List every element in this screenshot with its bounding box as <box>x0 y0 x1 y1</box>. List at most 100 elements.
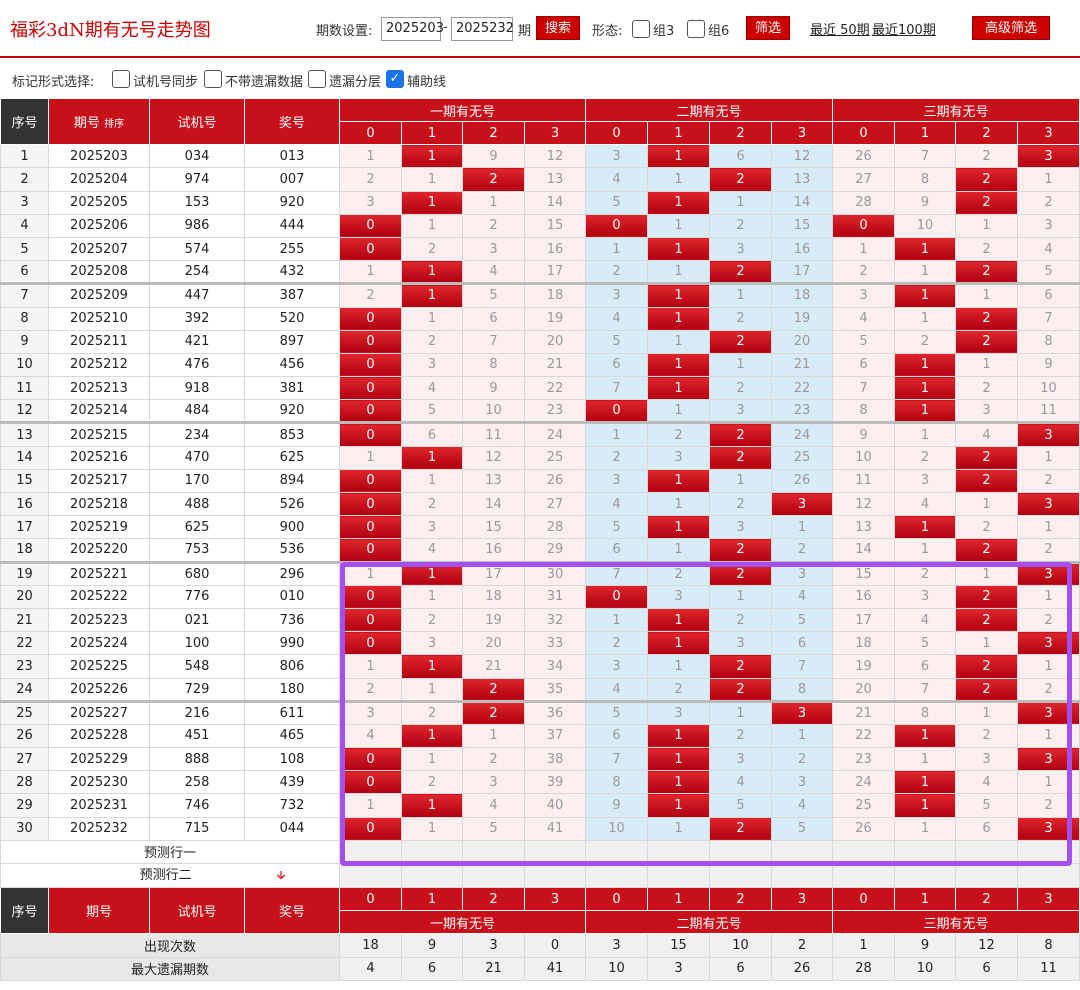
issue-cell: 2025214 <box>48 399 150 424</box>
guide-line-checkbox[interactable]: ✓ <box>386 70 404 88</box>
omission-cell: 13 <box>462 468 525 494</box>
stats-value: 15 <box>647 933 711 958</box>
prize-cell: 465 <box>244 723 340 749</box>
period-from-input[interactable]: 2025203 <box>381 17 444 41</box>
footer-digit-header: 0 <box>339 886 402 912</box>
omission-cell: 3 <box>647 445 711 470</box>
omission-cell: 2 <box>709 491 773 517</box>
predict-cell[interactable] <box>339 863 402 888</box>
arrow-down-icon[interactable]: 🡳 <box>277 868 286 882</box>
issue-cell: 2025215 <box>48 421 150 447</box>
omission-cell: 14 <box>462 491 525 517</box>
predict-cell[interactable] <box>894 839 957 865</box>
recent-50-link[interactable]: 最近 50期 <box>810 19 870 38</box>
omission-cell: 2 <box>894 329 957 354</box>
hit-cell: 1 <box>647 515 711 540</box>
seq-cell: 10 <box>0 352 49 378</box>
predict-cell[interactable] <box>523 863 587 888</box>
predict-cell[interactable] <box>462 863 525 888</box>
table-row: 5 2025207 574 255 0 2 3 16 1 1 3 16 1 1 2 4 <box>0 236 1080 262</box>
omission-cell: 33 <box>523 631 587 656</box>
hit-cell: 0 <box>339 399 402 424</box>
omission-cell: 23 <box>832 747 896 772</box>
omission-cell: 1 <box>832 236 896 262</box>
predict-cell[interactable] <box>647 863 711 888</box>
predict-cell[interactable] <box>1017 839 1080 865</box>
hit-cell: 1 <box>894 399 957 424</box>
omission-cell: 2 <box>585 445 649 470</box>
prize-cell: 990 <box>244 631 340 656</box>
group6-checkbox[interactable] <box>687 20 705 38</box>
predict-cell[interactable] <box>955 839 1019 865</box>
omission-cell: 7 <box>585 747 649 772</box>
group3-checkbox[interactable] <box>632 20 650 38</box>
seq-cell: 29 <box>0 793 49 818</box>
predict-cell[interactable] <box>771 839 834 865</box>
no-omission-checkbox[interactable] <box>204 70 222 88</box>
predict-1-label[interactable]: 预测行一 <box>0 839 340 865</box>
sort-label[interactable]: 排序 <box>104 119 124 130</box>
predict-cell[interactable] <box>401 839 463 865</box>
group1-header: 一期有无号 <box>338 98 587 122</box>
digit-header: 0 <box>585 120 649 146</box>
omission-cell: 1 <box>1017 515 1080 540</box>
omission-cell: 2 <box>709 213 773 238</box>
predict-cell[interactable] <box>832 839 896 865</box>
omission-cell: 2 <box>1017 190 1080 215</box>
omission-cell: 4 <box>462 260 525 285</box>
predict-cell[interactable] <box>894 863 957 888</box>
omission-cell: 3 <box>771 770 834 795</box>
issue-header[interactable]: 期号 排序 <box>48 97 150 146</box>
predict-cell[interactable] <box>955 863 1019 888</box>
omission-cell: 6 <box>709 144 773 169</box>
filter-button[interactable]: 筛选 <box>746 16 790 40</box>
omission-cell: 2 <box>955 515 1019 540</box>
omission-cell: 1 <box>955 491 1019 517</box>
omission-cell: 18 <box>832 631 896 656</box>
omission-cell: 4 <box>339 723 402 749</box>
omission-cell: 2 <box>1017 607 1080 633</box>
predict-cell[interactable] <box>585 839 649 865</box>
stats-value: 1 <box>832 933 896 958</box>
search-button[interactable]: 搜索 <box>536 16 580 40</box>
predict-cell[interactable] <box>1017 863 1080 888</box>
predict-cell[interactable] <box>832 863 896 888</box>
omission-cell: 6 <box>832 352 896 378</box>
predict-cell[interactable] <box>709 863 773 888</box>
omission-cell: 36 <box>523 699 587 725</box>
period-to-input[interactable]: 2025232 <box>451 17 514 41</box>
stats-row: 出现次数 18 9 3 0 3 15 10 2 1 9 12 8 <box>0 933 1080 958</box>
predict-cell[interactable] <box>585 863 649 888</box>
stats-value: 0 <box>523 933 587 958</box>
omission-cell: 28 <box>832 190 896 215</box>
digit-header: 3 <box>523 120 587 146</box>
omission-cell: 22 <box>771 376 834 401</box>
trial-cell: 746 <box>149 793 245 818</box>
omission-cell: 3 <box>585 468 649 494</box>
recent-100-link[interactable]: 最近100期 <box>872 19 936 38</box>
digit-header: 3 <box>771 120 834 146</box>
predict-cell[interactable] <box>462 839 525 865</box>
omission-cell: 4 <box>585 491 649 517</box>
predict-2-cell[interactable]: 预测行二 🡳 <box>0 863 340 888</box>
hit-cell: 0 <box>585 399 649 424</box>
hit-cell: 0 <box>339 584 402 609</box>
predict-cell[interactable] <box>709 839 773 865</box>
omission-cell: 7 <box>894 677 957 702</box>
omission-cell: 5 <box>585 515 649 540</box>
predict-cell[interactable] <box>523 839 587 865</box>
omission-cell: 1 <box>955 699 1019 725</box>
predict-cell[interactable] <box>401 863 463 888</box>
prize-cell: 255 <box>244 236 340 262</box>
predict-cell[interactable] <box>771 863 834 888</box>
hit-cell: 1 <box>647 236 711 262</box>
hit-cell: 2 <box>709 816 773 841</box>
omission-cell: 15 <box>832 560 896 586</box>
trial-cell: 888 <box>149 747 245 772</box>
issue-cell: 2025206 <box>48 213 150 238</box>
omission-layer-checkbox[interactable] <box>308 70 326 88</box>
predict-cell[interactable] <box>647 839 711 865</box>
predict-cell[interactable] <box>339 839 402 865</box>
advanced-filter-button[interactable]: 高级筛选 <box>972 16 1050 40</box>
trial-sync-checkbox[interactable] <box>112 70 130 88</box>
